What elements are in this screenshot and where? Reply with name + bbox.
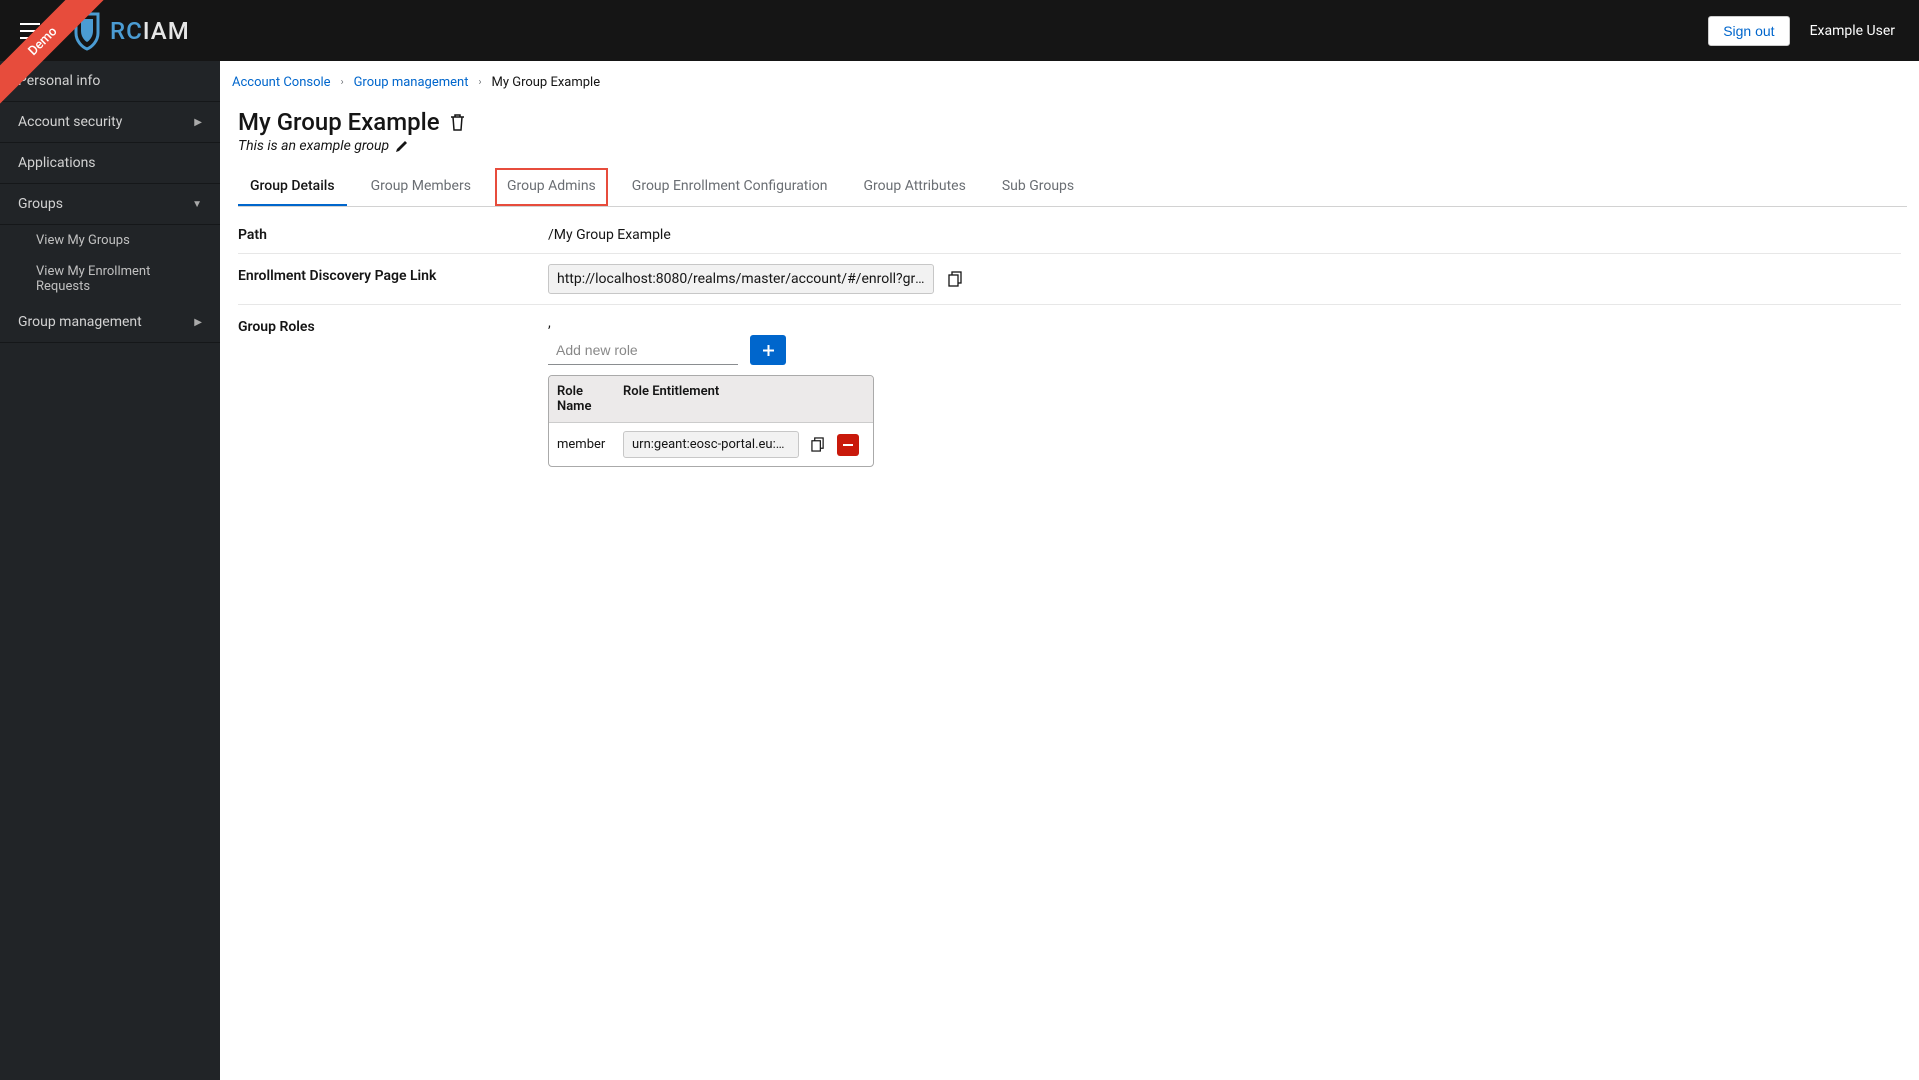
tab-group-enrollment-configuration[interactable]: Group Enrollment Configuration [620, 168, 840, 206]
minus-icon [843, 444, 853, 446]
app-logo[interactable]: RCIAM [70, 11, 190, 51]
sidebar-item-applications[interactable]: Applications [0, 143, 220, 184]
shield-icon [70, 11, 104, 51]
sidebar-item-account-security[interactable]: Account security ▶ [0, 102, 220, 143]
remove-role-button[interactable] [837, 434, 859, 456]
role-entitlement-field[interactable]: urn:geant:eosc-portal.eu:grou ... [623, 431, 799, 458]
topbar: RCIAM Demo Sign out Example User [0, 0, 1919, 61]
hamburger-button[interactable] [0, 0, 60, 61]
tab-list: Group Details Group Members Group Admins… [238, 168, 1907, 207]
add-role-button[interactable] [750, 335, 786, 365]
page-header: My Group Example This is an example grou… [220, 100, 1919, 213]
sidebar-item-label: Group management [18, 314, 142, 330]
sidebar-item-label: Account security [18, 114, 122, 130]
breadcrumb-current: My Group Example [491, 75, 600, 90]
group-details-panel: Path /My Group Example Enrollment Discov… [220, 213, 1919, 481]
row-label-group-roles: Group Roles [238, 315, 548, 335]
edit-description-button[interactable] [395, 140, 408, 153]
sidebar-item-group-management[interactable]: Group management ▶ [0, 302, 220, 343]
roles-table: Role Name Role Entitlement member urn:ge… [548, 375, 874, 467]
main-content: Account Console › Group management › My … [220, 61, 1919, 1080]
plus-icon [762, 344, 775, 357]
copy-icon [948, 271, 963, 287]
tab-group-attributes[interactable]: Group Attributes [852, 168, 978, 206]
sidebar-item-label: Personal info [18, 73, 100, 89]
roles-summary-text: , [548, 315, 1901, 331]
copy-enrollment-link-button[interactable] [946, 270, 964, 288]
sidebar-item-label: Groups [18, 196, 63, 212]
tab-sub-groups[interactable]: Sub Groups [990, 168, 1086, 206]
copy-entitlement-button[interactable] [809, 436, 827, 454]
topbar-right: Sign out Example User [1708, 16, 1895, 46]
sidebar-item-label: Applications [18, 155, 96, 171]
page-subtitle: This is an example group [238, 138, 389, 154]
role-name-cell: member [549, 429, 615, 460]
chevron-right-icon: ▶ [194, 117, 202, 128]
tab-group-members[interactable]: Group Members [359, 168, 483, 206]
tab-group-details[interactable]: Group Details [238, 168, 347, 206]
copy-icon [811, 437, 825, 452]
sidebar-sub-view-my-enrollment-requests[interactable]: View My Enrollment Requests [0, 256, 220, 302]
breadcrumb-link-group-management[interactable]: Group management [354, 75, 469, 90]
sidebar-item-label: View My Enrollment Requests [36, 264, 150, 294]
roles-header-name: Role Name [549, 376, 615, 422]
sidebar: Personal info Account security ▶ Applica… [0, 61, 220, 1080]
trash-icon [450, 114, 465, 131]
logo-text: RCIAM [110, 17, 190, 45]
row-label-enrollment-link: Enrollment Discovery Page Link [238, 264, 548, 284]
add-role-input[interactable] [548, 336, 738, 365]
delete-group-button[interactable] [450, 114, 465, 131]
row-value-path: /My Group Example [548, 223, 1901, 243]
row-label-path: Path [238, 223, 548, 243]
topbar-left: RCIAM [0, 0, 190, 61]
sidebar-item-groups[interactable]: Groups ▼ [0, 184, 220, 225]
signout-button[interactable]: Sign out [1708, 16, 1789, 46]
page-title: My Group Example [238, 108, 440, 136]
roles-table-row: member urn:geant:eosc-portal.eu:grou ... [549, 423, 873, 466]
roles-header-entitlement: Role Entitlement [615, 376, 727, 422]
sidebar-sub-view-my-groups[interactable]: View My Groups [0, 225, 220, 256]
row-enrollment-link: Enrollment Discovery Page Link http://lo… [238, 254, 1901, 305]
user-display-name[interactable]: Example User [1810, 23, 1895, 39]
roles-table-header: Role Name Role Entitlement [549, 376, 873, 423]
chevron-right-icon: ▶ [194, 317, 202, 328]
chevron-down-icon: ▼ [192, 199, 202, 210]
breadcrumb: Account Console › Group management › My … [220, 75, 1919, 100]
chevron-right-icon: › [478, 77, 481, 88]
sidebar-item-label: View My Groups [36, 233, 130, 248]
chevron-right-icon: › [341, 77, 344, 88]
breadcrumb-link-account-console[interactable]: Account Console [232, 75, 331, 90]
row-group-roles: Group Roles , Role Name Role Entitlement [238, 305, 1901, 481]
sidebar-item-personal-info[interactable]: Personal info [0, 61, 220, 102]
hamburger-icon [20, 23, 40, 39]
enrollment-link-field[interactable]: http://localhost:8080/realms/master/acco… [548, 264, 934, 294]
row-path: Path /My Group Example [238, 213, 1901, 254]
pencil-icon [395, 140, 408, 153]
tab-group-admins[interactable]: Group Admins [495, 168, 608, 206]
